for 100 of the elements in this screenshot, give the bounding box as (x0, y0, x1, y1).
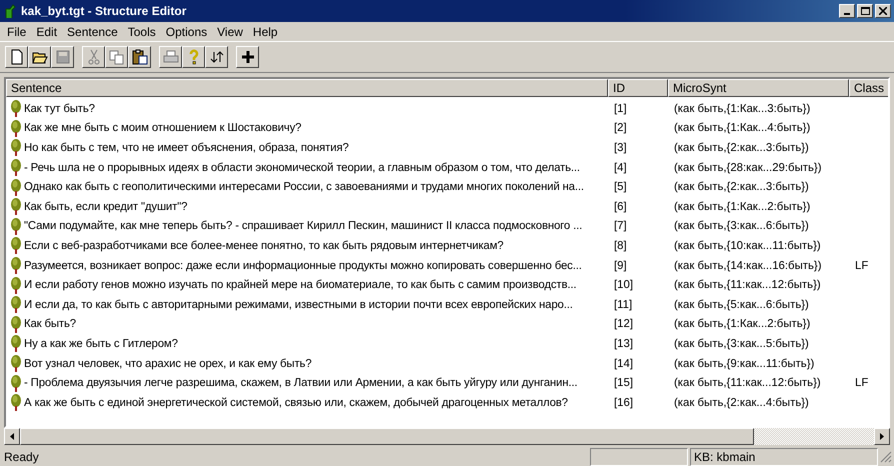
sentence-text: Как же мне быть с моим отношением к Шостаковичу? (24, 122, 302, 134)
kb-status: KB: kbmain (690, 448, 878, 466)
column-header[interactable]: Sentence (6, 79, 608, 97)
right-triangle-icon (880, 433, 884, 440)
id-cell-text: [2] (613, 122, 627, 134)
tree-icon (10, 237, 22, 254)
tree-icon (10, 316, 22, 333)
class-cell-text: LF (854, 260, 868, 272)
microsynt-cell-text: (как быть,{1:Как...2:быть}) (673, 318, 810, 330)
column-header[interactable]: ID (608, 79, 668, 97)
id-cell-text: [8] (613, 240, 627, 252)
scrollbar-thumb[interactable] (20, 428, 754, 445)
tree-icon (10, 335, 22, 352)
microsynt-cell-text: (как быть,{3:как...6:быть}) (673, 220, 809, 232)
toolbar-button[interactable] (205, 46, 228, 68)
menu-item[interactable]: Sentence (62, 24, 123, 38)
sentence-text: - Речь шла не о прорывных идеях в области экономической теории, а главным образом о том, что делать... (24, 162, 580, 174)
menu-item[interactable]: View (212, 24, 248, 38)
sentence-text: Вот узнал человек, что арахис не орех, и как ему быть? (24, 358, 312, 370)
maximize-icon (860, 7, 870, 15)
microsynt-cell-text: (как быть,{1:Как...2:быть}) (673, 200, 810, 213)
microsynt-cell-text: (как быть,{11:как...12:быть}) (673, 377, 821, 390)
id-cell-text: [11] (613, 298, 632, 311)
clipboard-icon (132, 49, 148, 65)
microsynt-cell-text: (как быть,{28:как...29:быть}) (673, 162, 822, 174)
microsynt-cell-text: (как быть,{2:как...3:быть}) (673, 142, 809, 154)
sentence-text: Как тут быть? (24, 102, 95, 115)
id-cell-text: [3] (613, 142, 627, 154)
menu-item[interactable]: Tools (122, 24, 161, 38)
microsynt-cell-text: (как быть,{2:как...4:быть}) (673, 396, 809, 409)
toolbar-button[interactable] (236, 46, 259, 68)
scroll-right-button[interactable] (874, 428, 890, 445)
microsynt-cell-text: (как быть,{1:Как...4:быть}) (673, 122, 810, 134)
microsynt-cell-text: (как быть,{11:как...12:быть}) (673, 279, 821, 292)
close-icon (879, 7, 887, 15)
id-cell-text: [16] (613, 396, 633, 409)
microsynt-cell-text: (как быть,{5:как...6:быть}) (673, 298, 809, 311)
menu-item[interactable]: Options (160, 24, 212, 38)
sentence-text: "Сами подумайте, как мне теперь быть? - спрашивает Кирилл Пескин, машинист II класса подмосковного ... (24, 220, 582, 232)
tree-icon (10, 100, 22, 118)
sentence-text: И если да, то как быть с авторитарными режимами, известными в истории почти всех европейских наро... (24, 298, 573, 311)
status-text: Ready (4, 450, 40, 464)
column-header[interactable]: MicroSynt (668, 79, 849, 97)
microsynt-cell-text: (как быть,{1:Как...3:быть}) (673, 102, 810, 115)
id-cell-text: [5] (613, 181, 627, 194)
swap-arrows-icon (210, 50, 224, 64)
sentence-text: - Проблема двуязычия легче разрешима, скажем, в Латвии или Армении, а как быть уйгуру или дунганин... (24, 377, 578, 390)
id-cell-text: [12] (613, 318, 633, 330)
tree-icon (10, 159, 22, 176)
id-cell-text: [10] (613, 279, 633, 292)
resize-grip-icon (880, 450, 892, 462)
window-title: kak_byt.tgt - Structure Editor (21, 4, 188, 18)
menu-item[interactable]: Help (248, 24, 283, 38)
close-button[interactable] (875, 4, 891, 18)
id-cell-text: [7] (613, 220, 627, 232)
menu-item[interactable]: File (2, 24, 32, 38)
id-cell-text: [14] (613, 358, 633, 370)
column-header[interactable]: Class (849, 79, 888, 97)
toolbar-button[interactable] (128, 46, 151, 68)
tree-icon (10, 355, 22, 372)
id-cell-text: [4] (613, 162, 627, 174)
sentence-text: Разумеется, возникает вопрос: даже если информационные продукты можно копировать совершенно бес... (24, 260, 582, 272)
folder-icon (32, 50, 48, 64)
toolbar-button[interactable] (28, 46, 51, 68)
scroll-left-button[interactable] (4, 428, 20, 445)
scissors-icon (88, 49, 100, 65)
sentence-text: Если с веб-разработчиками все более-менее понятно, то как быть рядовым интернетчикам? (24, 240, 504, 252)
sentence-text: Как быть? (24, 318, 76, 330)
tree-icon (10, 198, 22, 216)
toolbar-button[interactable] (182, 46, 205, 68)
id-cell-text: [15] (613, 377, 633, 390)
copy-icon (109, 50, 124, 64)
tree-icon (10, 257, 22, 274)
toolbar-button[interactable] (5, 46, 28, 68)
microsynt-cell-text: (как быть,{9:как...11:быть}) (673, 358, 814, 370)
microsynt-cell-text: (как быть,{3:как...5:быть}) (673, 338, 809, 350)
id-cell-text: [13] (613, 338, 633, 350)
sentence-text: А как же быть с единой энергетической системой, связью или, скажем, добычей драгоценных металлов? (24, 396, 568, 409)
tree-icon (10, 394, 22, 412)
sentence-text: Но как быть с тем, что не имеет объяснения, образа, понятия? (24, 142, 349, 154)
tree-icon (10, 276, 22, 294)
tree-icon (10, 139, 22, 156)
plus-icon (240, 50, 254, 64)
menu-item[interactable]: Edit (31, 24, 62, 38)
left-triangle-icon (10, 433, 14, 440)
question-mark-icon (188, 49, 200, 65)
maximize-button[interactable] (857, 4, 873, 18)
tree-icon (10, 296, 22, 314)
tree-icon (10, 218, 22, 235)
app-icon (3, 3, 17, 19)
microsynt-cell-text: (как быть,{2:как...3:быть}) (673, 181, 809, 194)
microsynt-cell-text: (как быть,{10:как...11:быть}) (673, 240, 821, 252)
id-cell-text: [6] (613, 200, 627, 213)
printer-icon (162, 50, 178, 64)
tree-icon (10, 120, 22, 137)
sentence-text: И если работу генов можно изучать по крайней мере на биоматериале, то как быть с самим производств... (24, 279, 576, 292)
id-cell-text: [9] (613, 260, 627, 272)
minimize-button[interactable] (839, 4, 855, 18)
class-cell-text: LF (854, 377, 868, 390)
tree-icon (10, 374, 22, 392)
